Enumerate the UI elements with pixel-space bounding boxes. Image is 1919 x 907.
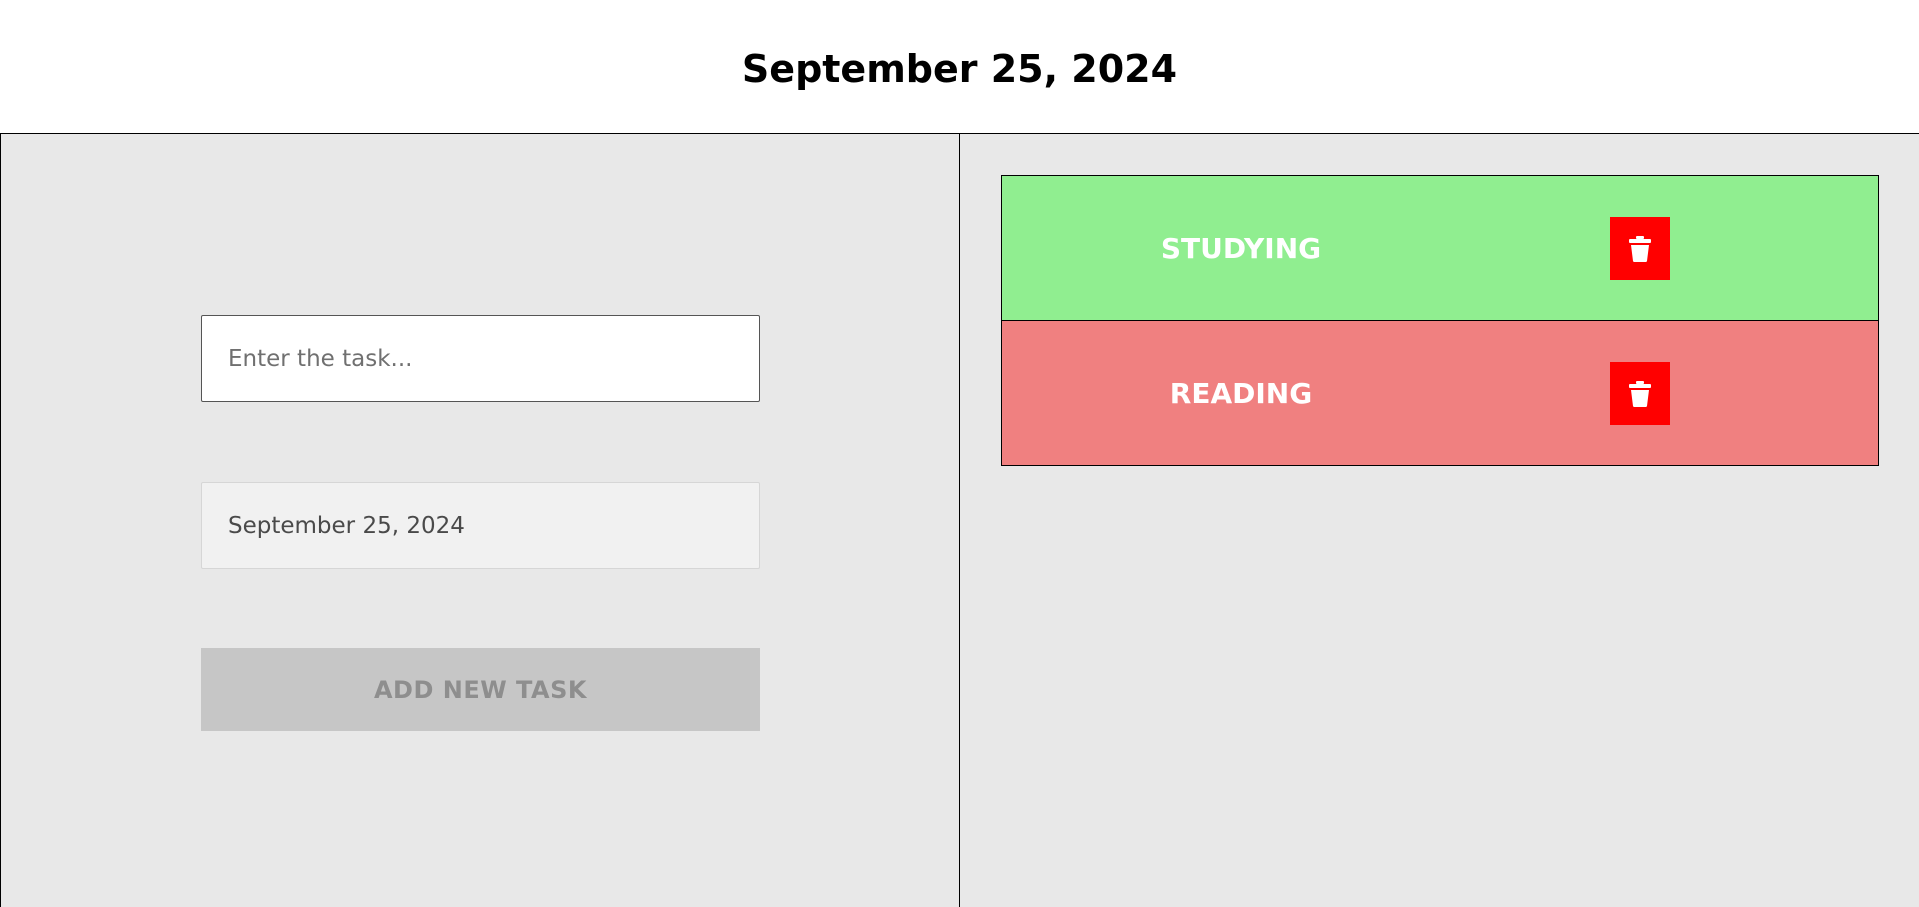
trash-icon xyxy=(1629,235,1651,262)
task-item: READING xyxy=(1001,320,1879,466)
trash-icon xyxy=(1629,380,1651,407)
delete-task-button[interactable] xyxy=(1610,217,1670,280)
task-input[interactable] xyxy=(201,315,760,402)
delete-task-button[interactable] xyxy=(1610,362,1670,425)
page-title: September 25, 2024 xyxy=(741,47,1178,91)
task-list: STUDYING READING xyxy=(1001,175,1879,466)
task-name: STUDYING xyxy=(1160,232,1322,265)
task-list-panel: STUDYING READING xyxy=(960,133,1919,907)
date-field[interactable] xyxy=(201,482,760,569)
task-item: STUDYING xyxy=(1001,175,1879,321)
add-new-task-button[interactable]: ADD NEW TASK xyxy=(201,648,760,731)
task-form-panel: ADD NEW TASK xyxy=(0,133,960,907)
task-name: READING xyxy=(1169,377,1313,410)
header: September 25, 2024 xyxy=(0,0,1919,133)
